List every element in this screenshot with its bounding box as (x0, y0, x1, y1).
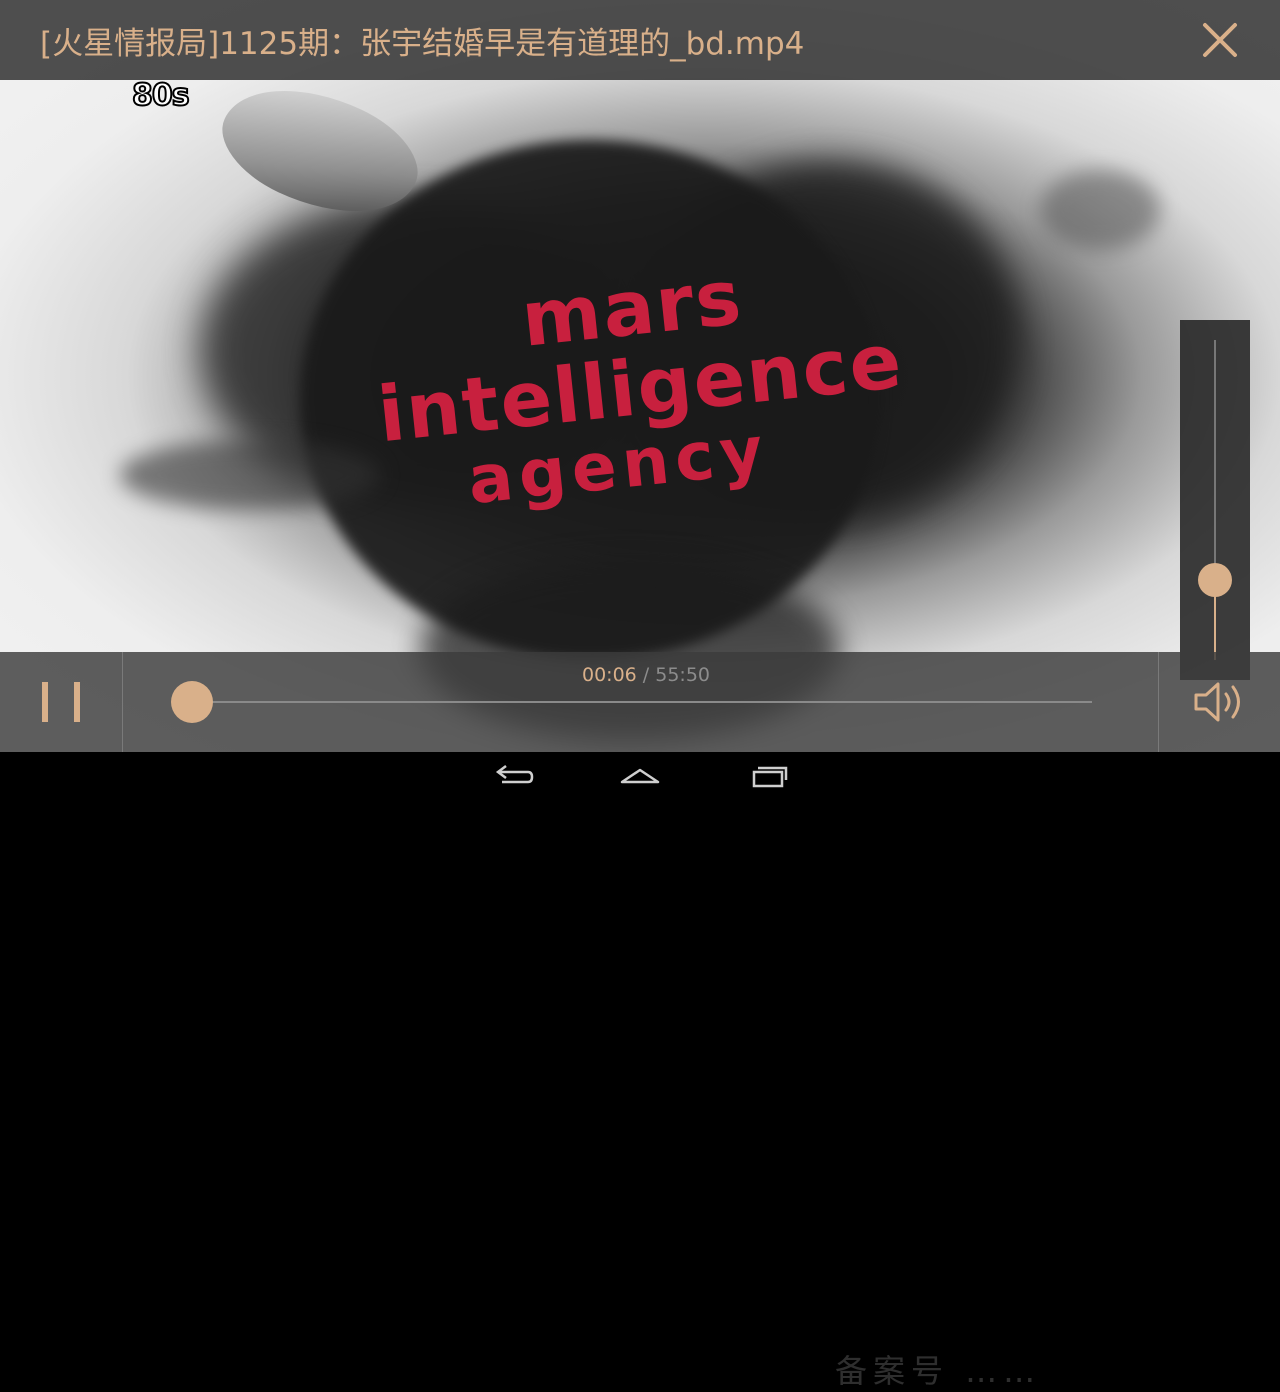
home-icon (620, 768, 660, 784)
video-filename: [火星情报局]1125期：张宇结婚早是有道理的_bd.mp4 (40, 26, 805, 62)
recents-icon (752, 766, 788, 788)
system-navigation-bar (0, 752, 1280, 800)
close-icon (1203, 23, 1237, 57)
back-button[interactable] (482, 760, 542, 792)
speaker-icon (1194, 682, 1240, 722)
close-button[interactable] (1196, 16, 1244, 64)
seek-bar[interactable] (190, 701, 1092, 703)
current-time: 00:06 (582, 664, 637, 686)
playback-controls: 00:06 / 55:50 备案号 …… (0, 652, 1280, 1390)
volume-panel (1180, 320, 1250, 680)
divider (1158, 652, 1159, 752)
recents-button[interactable] (738, 760, 798, 792)
ink-splash (1040, 170, 1160, 250)
watermark: 备案号 …… (835, 1352, 1042, 1390)
back-icon (495, 765, 534, 784)
pause-button[interactable] (28, 676, 94, 728)
seek-knob[interactable] (170, 681, 213, 723)
video-surface[interactable]: 80s mars intelligence agency (0, 0, 1280, 752)
title-bar: [火星情报局]1125期：张宇结婚早是有道理的_bd.mp4 (0, 0, 1280, 80)
time-display: 00:06 / 55:50 (582, 664, 710, 686)
time-separator: / (636, 664, 656, 686)
home-button[interactable] (610, 760, 670, 792)
volume-knob[interactable] (1198, 563, 1232, 597)
volume-button[interactable] (1190, 676, 1250, 728)
channel-logo: 80s (131, 77, 191, 114)
divider (122, 652, 123, 752)
duration: 55:50 (655, 664, 711, 686)
